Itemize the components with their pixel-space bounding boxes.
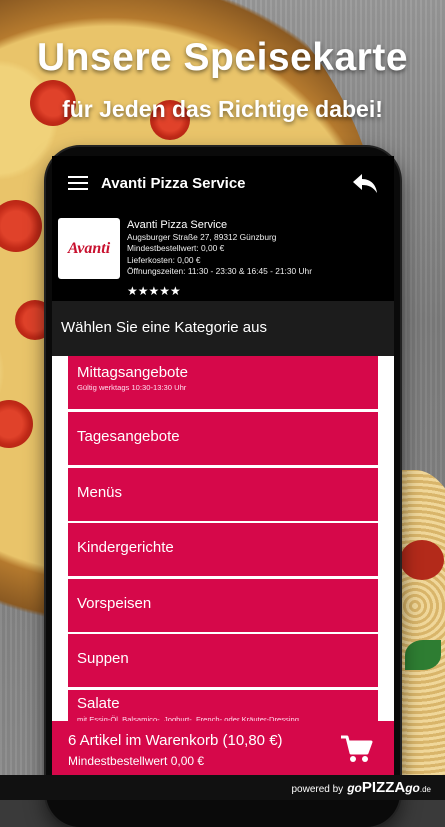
restaurant-details: Avanti Pizza Service Augsburger Straße 2… [127,219,312,277]
cart-icon[interactable] [340,734,374,764]
category-title: Suppen [77,650,129,667]
category-item-suppen[interactable]: Suppen [68,634,378,687]
category-header: Wählen Sie eine Kategorie aus [52,301,394,356]
restaurant-name: Avanti Pizza Service [127,219,228,231]
category-title: Salate [77,695,120,712]
app-screen: Avanti Pizza Service Avanti Avanti Pizza… [52,156,394,776]
powered-by-label: powered by [291,784,344,795]
cart-summary: 6 Artikel im Warenkorb (10,80 €) [68,732,283,749]
category-item-vorspeisen[interactable]: Vorspeisen [68,579,378,632]
footer-bar: powered by goPIZZAgo.de [0,775,445,800]
category-title: Vorspeisen [77,595,152,612]
category-prompt: Wählen Sie eine Kategorie aus [61,319,267,336]
cart-min-order: Mindestbestellwert 0,00 € [68,754,205,768]
category-item-tagesangebote[interactable]: Tagesangebote [68,412,378,465]
app-title: Avanti Pizza Service [101,175,246,192]
restaurant-logo: Avanti [58,218,120,279]
restaurant-info: Avanti Avanti Pizza Service Augsburger S… [52,212,394,301]
category-item-kindergerichte[interactable]: Kindergerichte [68,523,378,576]
category-item-menues[interactable]: Menüs [68,468,378,521]
category-title: Kindergerichte [77,539,174,556]
category-item-mittagsangebote[interactable]: Mittagsangebote Gültig werktags 10:30-13… [68,356,378,409]
app-bar: Avanti Pizza Service [52,156,394,212]
powered-by: powered by goPIZZAgo.de [291,779,431,796]
rating-stars: ★★★★★ [127,284,181,298]
category-subtitle: Gültig werktags 10:30-13:30 Uhr [77,383,187,392]
basil-leaf [405,640,441,670]
sauce [400,540,444,580]
category-list[interactable]: Mittagsangebote Gültig werktags 10:30-13… [52,356,394,743]
menu-icon[interactable] [68,176,88,190]
brand-logo: goPIZZAgo.de [347,779,431,796]
promo-subheadline: für Jeden das Richtige dabei! [62,96,383,122]
back-arrow-icon[interactable] [352,172,378,194]
restaurant-address: Augsburger Straße 27, 89312 Günzburg [127,232,277,242]
restaurant-delivery-cost: Lieferkosten: 0,00 € [127,254,201,265]
promo-headline: Unsere Speisekarte [36,36,409,79]
category-title: Tagesangebote [77,428,180,445]
category-title: Mittagsangebote [77,364,188,381]
restaurant-opening-hours: Öffnungszeiten: 11:30 - 23:30 & 16:45 - … [127,265,312,276]
restaurant-min-order: Mindestbestellwert: 0,00 € [127,243,225,254]
logo-text: Avanti [67,239,111,257]
cart-bar[interactable]: 6 Artikel im Warenkorb (10,80 €) Mindest… [52,721,394,776]
category-title: Menüs [77,484,123,501]
